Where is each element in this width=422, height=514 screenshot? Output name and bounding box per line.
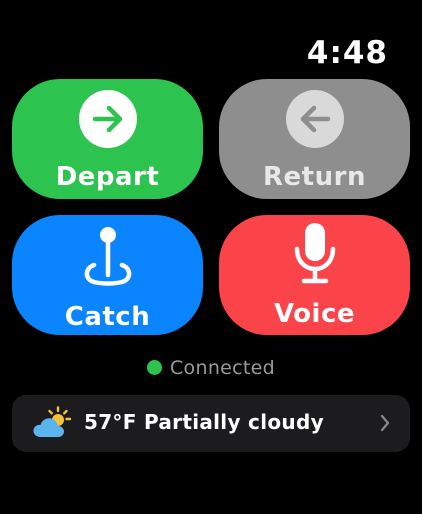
return-button[interactable]: Return — [219, 79, 410, 199]
arrow-left-icon — [285, 90, 344, 148]
arrow-right-icon — [78, 90, 137, 148]
connection-label: Connected — [169, 357, 275, 379]
microphone-icon — [294, 223, 335, 284]
return-label: Return — [263, 162, 366, 192]
connection-status: Connected — [0, 357, 422, 379]
weather-summary: 57°F Partially cloudy — [84, 410, 324, 434]
catch-label: Catch — [64, 302, 151, 332]
partly-cloudy-icon — [33, 406, 72, 437]
chevron-right-icon — [380, 414, 390, 432]
catch-button[interactable]: Catch — [12, 215, 203, 335]
voice-button[interactable]: Voice — [219, 215, 410, 335]
status-dot-icon — [146, 360, 162, 375]
weather-row[interactable]: 57°F Partially cloudy — [12, 395, 410, 452]
depart-button[interactable]: Depart — [12, 79, 203, 199]
depart-label: Depart — [55, 162, 160, 192]
voice-label: Voice — [273, 299, 356, 329]
location-pin-icon — [84, 227, 131, 286]
clock: 4:48 — [306, 35, 388, 71]
